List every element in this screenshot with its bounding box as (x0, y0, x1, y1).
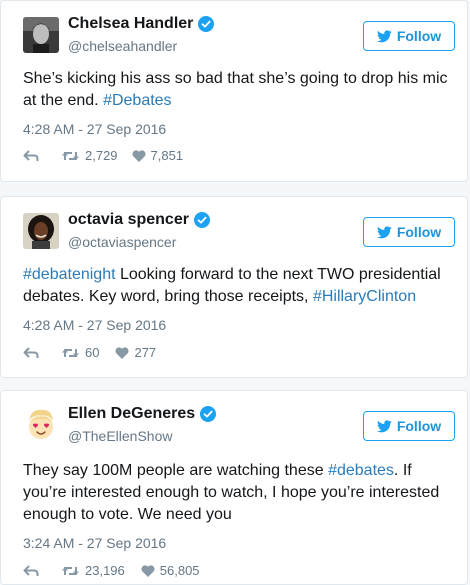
reply-button[interactable] (23, 346, 39, 359)
display-name[interactable]: Ellen DeGeneres (68, 405, 195, 423)
heart-icon (132, 149, 146, 162)
display-name[interactable]: Chelsea Handler (68, 15, 193, 33)
follow-label: Follow (396, 28, 442, 44)
like-button[interactable]: 277 (115, 345, 156, 360)
avatar[interactable] (23, 407, 59, 443)
like-count: 56,805 (159, 563, 200, 578)
tweet-timestamp[interactable]: 3:24 AM - 27 Sep 2016 (23, 535, 166, 551)
text-segment: She’s kicking his ass so bad that she’s … (23, 70, 448, 109)
verified-badge-icon (200, 406, 217, 422)
tweet-card-ellen: Ellen DeGeneres @TheEllenShow Follow The… (0, 390, 468, 585)
retweet-button[interactable]: 23,196 (61, 563, 125, 578)
hashtag-link[interactable]: #HillaryClinton (313, 288, 416, 305)
reply-icon (23, 564, 39, 576)
hashtag-link[interactable]: #debates (328, 462, 394, 479)
like-button[interactable]: 56,805 (141, 563, 200, 578)
user-handle[interactable]: @TheEllenShow (68, 428, 173, 444)
follow-button[interactable]: Follow (363, 411, 455, 441)
tweet-text: They say 100M people are watching these … (23, 460, 449, 526)
like-count: 277 (134, 345, 157, 360)
like-button[interactable]: 7,851 (132, 148, 184, 163)
hashtag-link[interactable]: #debatenight (23, 266, 116, 283)
user-handle[interactable]: @octaviaspencer (68, 234, 176, 250)
tweet-timestamp[interactable]: 4:28 AM - 27 Sep 2016 (23, 121, 166, 137)
twitter-bird-icon (376, 225, 392, 238)
follow-button[interactable]: Follow (363, 217, 455, 247)
avatar-photo-icon (23, 213, 59, 249)
avatar-emoji-icon (23, 407, 59, 443)
text-segment: They say 100M people are watching these (23, 462, 329, 479)
retweet-count: 2,729 (85, 148, 118, 163)
retweet-icon (62, 151, 79, 160)
avatar[interactable] (23, 213, 59, 249)
tweet-text: She’s kicking his ass so bad that she’s … (23, 68, 449, 112)
follow-label: Follow (396, 224, 442, 240)
user-handle[interactable]: @chelseahandler (68, 38, 177, 54)
heart-icon (115, 346, 130, 359)
avatar[interactable] (23, 17, 59, 53)
hashtag-link[interactable]: #Debates (103, 92, 172, 109)
reply-button[interactable] (23, 564, 39, 577)
reply-icon (23, 346, 39, 358)
retweet-button[interactable]: 2,729 (61, 148, 118, 163)
verified-badge-icon (198, 16, 215, 32)
display-name[interactable]: octavia spencer (68, 211, 189, 229)
tweet-card-chelsea: Chelsea Handler @chelseahandler Follow S… (0, 0, 468, 182)
verified-badge-icon (193, 212, 210, 228)
retweet-icon (62, 566, 79, 575)
reply-button[interactable] (23, 149, 39, 162)
follow-button[interactable]: Follow (363, 21, 455, 51)
tweet-timestamp[interactable]: 4:28 AM - 27 Sep 2016 (23, 317, 166, 333)
retweet-count: 23,196 (85, 563, 125, 578)
reply-icon (23, 149, 39, 161)
twitter-bird-icon (376, 29, 392, 42)
tweet-card-octavia: octavia spencer @octaviaspencer Follow #… (0, 196, 468, 378)
like-count: 7,851 (150, 148, 184, 163)
follow-label: Follow (396, 418, 442, 434)
retweet-icon (62, 348, 79, 357)
twitter-bird-icon (376, 419, 392, 432)
avatar-photo-icon (23, 17, 59, 53)
retweet-button[interactable]: 60 (61, 345, 99, 360)
heart-icon (141, 564, 155, 577)
tweet-text: #debatenight Looking forward to the next… (23, 264, 449, 308)
retweet-count: 60 (85, 345, 100, 360)
